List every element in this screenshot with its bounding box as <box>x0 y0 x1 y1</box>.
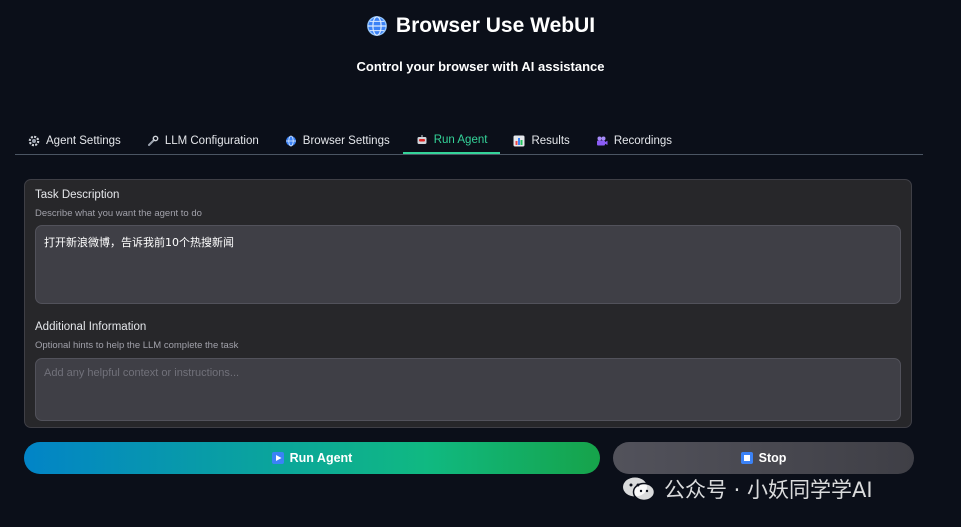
tab-agent-settings[interactable]: Agent Settings <box>15 128 134 154</box>
globe-icon <box>285 135 296 147</box>
page-title-text: Browser Use WebUI <box>395 14 596 37</box>
tab-results[interactable]: Results <box>500 128 582 154</box>
page-title: Browser Use WebUI <box>366 14 595 38</box>
task-panel: Task Description Describe what you want … <box>24 179 912 428</box>
play-icon <box>271 452 284 464</box>
task-description-label: Task Description <box>35 189 120 201</box>
watermark: 公众号 · 小妖同学学AI <box>622 474 873 504</box>
run-agent-label: Run Agent <box>289 451 353 465</box>
task-description-input[interactable]: 打开新浪微博，告诉我前10个热搜新闻 <box>35 225 901 304</box>
additional-information-hint: Optional hints to help the LLM complete … <box>35 340 239 351</box>
tab-recordings[interactable]: Recordings <box>583 128 685 154</box>
additional-information-label: Additional Information <box>35 321 147 333</box>
tab-label: Recordings <box>613 135 672 147</box>
tab-label: Browser Settings <box>302 135 390 147</box>
task-description-hint: Describe what you want the agent to do <box>35 208 202 219</box>
tab-label: Run Agent <box>433 134 488 146</box>
page-subtitle: Control your browser with AI assistance <box>356 59 605 74</box>
watermark-text: 公众号 · 小妖同学学AI <box>664 478 873 502</box>
tab-llm-configuration[interactable]: LLM Configuration <box>134 128 272 154</box>
tab-browser-settings[interactable]: Browser Settings <box>272 128 403 154</box>
additional-information-input[interactable]: Add any helpful context or instructions.… <box>35 358 901 421</box>
stop-icon <box>740 452 753 464</box>
tab-run-agent[interactable]: Run Agent <box>402 128 501 154</box>
movie-camera-icon <box>596 136 608 146</box>
stop-label: Stop <box>758 451 787 465</box>
robot-icon <box>417 135 427 144</box>
gear-icon <box>28 135 40 147</box>
page-header: Browser Use WebUI Control your browser w… <box>0 14 961 74</box>
tab-label: LLM Configuration <box>164 135 259 147</box>
globe-icon <box>367 16 387 36</box>
wrench-icon <box>147 135 159 146</box>
tab-label: Agent Settings <box>46 135 121 147</box>
tab-label: Results <box>531 135 570 147</box>
bar-chart-icon <box>513 135 525 147</box>
wechat-icon <box>623 477 656 502</box>
run-agent-button[interactable]: Run Agent <box>24 442 600 474</box>
tab-bar: Agent Settings LLM Configuration Browser… <box>15 128 923 155</box>
stop-button[interactable]: Stop <box>613 442 914 474</box>
